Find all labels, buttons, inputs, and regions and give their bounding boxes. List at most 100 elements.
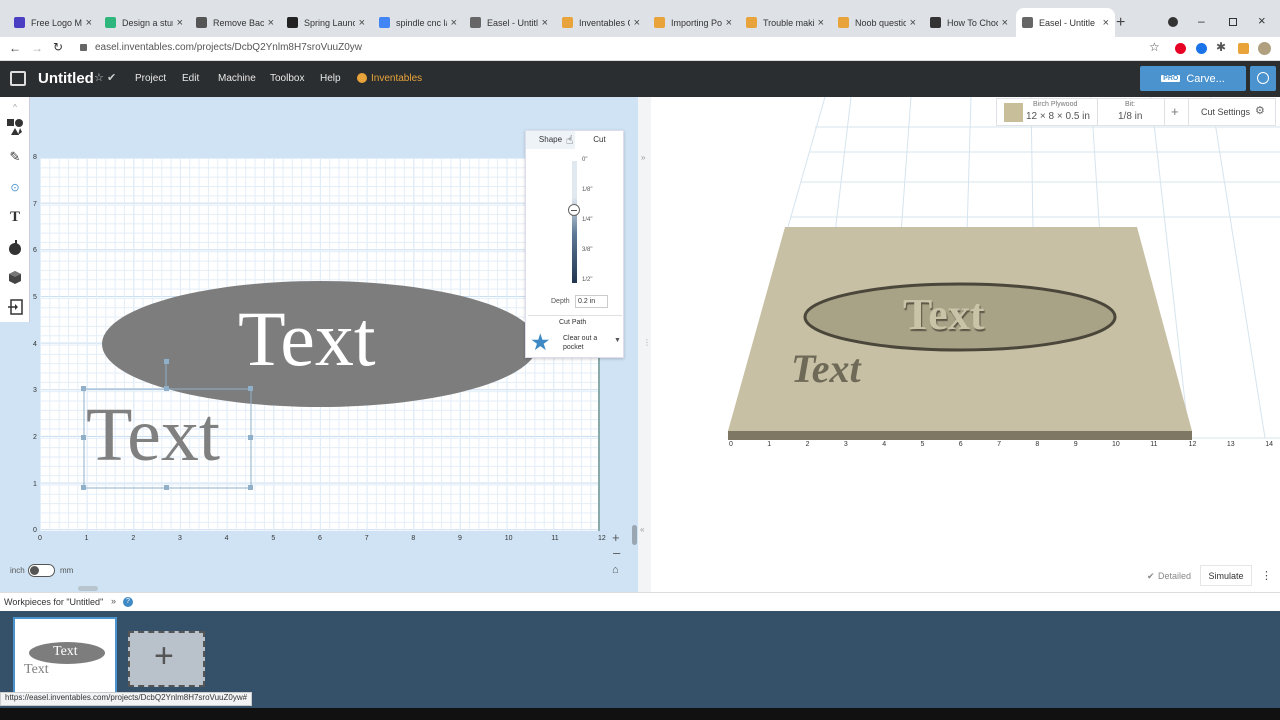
- material-name[interactable]: Birch Plywood: [1033, 101, 1077, 108]
- thumb-text-1: Text: [53, 644, 78, 659]
- unit-toggle[interactable]: [28, 564, 55, 577]
- preview-x-tick: 12: [1188, 441, 1197, 448]
- ellipse-text[interactable]: Text: [238, 300, 376, 378]
- board-text-small: Text: [791, 346, 861, 391]
- bit-label: Bit:: [1125, 101, 1136, 108]
- new-tab-button[interactable]: +: [1116, 14, 1125, 32]
- tab-close-icon[interactable]: ×: [818, 17, 824, 29]
- zoom-out-button[interactable]: –: [613, 545, 620, 560]
- browser-tab[interactable]: Importing Po ×: [648, 8, 738, 37]
- hand-cursor-icon: ☝: [566, 133, 574, 147]
- extension-blue-icon[interactable]: [1196, 43, 1207, 54]
- add-workpiece-button[interactable]: +: [128, 631, 205, 687]
- cut-path-option[interactable]: Clear out a pocket: [563, 334, 608, 352]
- preview-x-tick: 5: [920, 441, 925, 448]
- small-text-shape[interactable]: Text: [86, 397, 220, 473]
- bottom-bar: [0, 708, 1280, 720]
- tab-favicon-icon: [654, 17, 665, 28]
- thumb-text-2: Text: [24, 662, 49, 677]
- depth-slider-handle[interactable]: [568, 204, 580, 216]
- material-bar: Birch Plywood 12 × 8 × 0.5 in Bit: 1/8 i…: [996, 98, 1276, 126]
- preview-x-tick: 9: [1073, 441, 1078, 448]
- drag-handle-icon[interactable]: ⋮: [643, 338, 651, 347]
- material-swatch[interactable]: [1004, 103, 1023, 122]
- help-icon[interactable]: ?: [123, 597, 133, 607]
- tab-close-icon[interactable]: ×: [1002, 17, 1008, 29]
- preview-x-tick: 6: [958, 441, 963, 448]
- cut-path-dropdown-icon[interactable]: ▼: [614, 337, 621, 344]
- depth-label-3: 3/8": [582, 247, 593, 253]
- status-url: https://easel.inventables.com/projects/D…: [0, 692, 253, 706]
- tab-search-icon[interactable]: [1168, 17, 1178, 27]
- carve-label: Carve...: [1186, 72, 1225, 85]
- unit-mm-label: mm: [60, 566, 74, 575]
- minimize-icon[interactable]: –: [1198, 14, 1205, 28]
- cut-settings-gear-icon[interactable]: ⚙: [1255, 104, 1265, 117]
- simulate-button[interactable]: Simulate: [1200, 565, 1252, 586]
- depth-label-2: 1/4": [582, 217, 593, 223]
- collapse-right-icon[interactable]: »: [641, 153, 645, 162]
- workpieces-collapse-icon[interactable]: »: [111, 596, 116, 606]
- collapse-left-icon[interactable]: «: [640, 525, 644, 534]
- preview-x-tick: 11: [1150, 441, 1158, 448]
- tab-title: Importing Po: [671, 17, 722, 28]
- preview-x-tick: 13: [1226, 441, 1235, 448]
- extension-orange-icon[interactable]: [1238, 43, 1249, 54]
- add-bit-button[interactable]: +: [1171, 104, 1179, 119]
- depth-slider-track[interactable]: [572, 161, 577, 283]
- cut-path-label: Cut Path: [559, 319, 587, 326]
- tab-title: How To Choo: [947, 17, 998, 28]
- tab-title: Trouble makin: [763, 17, 814, 28]
- material-size[interactable]: 12 × 8 × 0.5 in: [1026, 111, 1090, 122]
- bit-value[interactable]: 1/8 in: [1118, 111, 1142, 122]
- preview-x-tick: 7: [997, 441, 1001, 448]
- pro-badge: PRO: [1161, 75, 1181, 82]
- workpieces-label[interactable]: Workpieces for "Untitled": [4, 597, 103, 607]
- workpieces-bar: Workpieces for "Untitled" » ?: [0, 592, 1280, 611]
- preview-3d-panel[interactable]: Text Text: [651, 97, 1280, 592]
- tab-close-icon[interactable]: ×: [1103, 17, 1109, 29]
- detailed-toggle[interactable]: Detailed: [1158, 571, 1191, 581]
- tab-close-icon[interactable]: ×: [910, 17, 916, 29]
- fullscreen-toggle-button[interactable]: [1250, 66, 1276, 91]
- carve-button[interactable]: PRO Carve...: [1140, 66, 1246, 91]
- tab-favicon-icon: [838, 17, 849, 28]
- browser-tab[interactable]: Easel - Untitle ×: [1016, 8, 1115, 37]
- tab-close-icon[interactable]: ×: [726, 17, 732, 29]
- preview-x-tick: 3: [843, 441, 848, 448]
- preview-scene: [727, 97, 1280, 440]
- depth-input[interactable]: 0.2 in: [575, 295, 608, 308]
- tab-cut[interactable]: Cut: [575, 131, 624, 149]
- depth-field-label: Depth: [551, 298, 570, 305]
- preview-x-tick: 2: [805, 441, 810, 448]
- profile-avatar[interactable]: [1258, 42, 1271, 55]
- tab-favicon-icon: [746, 17, 757, 28]
- home-view-icon[interactable]: ⌂: [612, 564, 619, 576]
- cut-settings-button[interactable]: Cut Settings: [1201, 107, 1250, 117]
- detailed-check-icon[interactable]: ✔: [1147, 571, 1155, 582]
- preview-x-tick: 10: [1112, 441, 1120, 448]
- workpiece-thumbnail[interactable]: Text Text: [13, 617, 117, 695]
- depth-popup: Shape Cut 0" 1/8" 1/4" 3/8" 1/2" Depth 0…: [525, 130, 624, 358]
- unit-inch-label: inch: [10, 566, 25, 575]
- browser-tab[interactable]: Trouble makin ×: [740, 8, 830, 37]
- zoom-in-button[interactable]: +: [612, 530, 620, 545]
- preview-x-tick: 14: [1265, 441, 1273, 448]
- browser-tab[interactable]: Noob questio ×: [832, 8, 922, 37]
- pocket-star-icon[interactable]: ★: [530, 331, 551, 354]
- pinterest-icon[interactable]: [1175, 43, 1186, 54]
- preview-x-tick: 8: [1035, 441, 1040, 448]
- preview-x-tick: 0: [729, 441, 733, 448]
- vertical-scrollbar[interactable]: [632, 525, 637, 545]
- restore-icon[interactable]: [1229, 18, 1237, 26]
- extensions-icon[interactable]: ✱: [1216, 40, 1226, 54]
- preview-x-tick: 1: [767, 441, 772, 448]
- horizontal-scrollbar[interactable]: [78, 586, 98, 591]
- expand-icon: [1257, 72, 1269, 84]
- more-options-icon[interactable]: ⋮: [1261, 569, 1272, 582]
- close-window-icon[interactable]: ×: [1258, 13, 1266, 28]
- browser-tab[interactable]: How To Choo ×: [924, 8, 1014, 37]
- preview-x-tick: 4: [882, 441, 887, 448]
- depth-label-0: 0": [582, 157, 588, 163]
- bookmark-star-icon[interactable]: ☆: [1149, 40, 1160, 54]
